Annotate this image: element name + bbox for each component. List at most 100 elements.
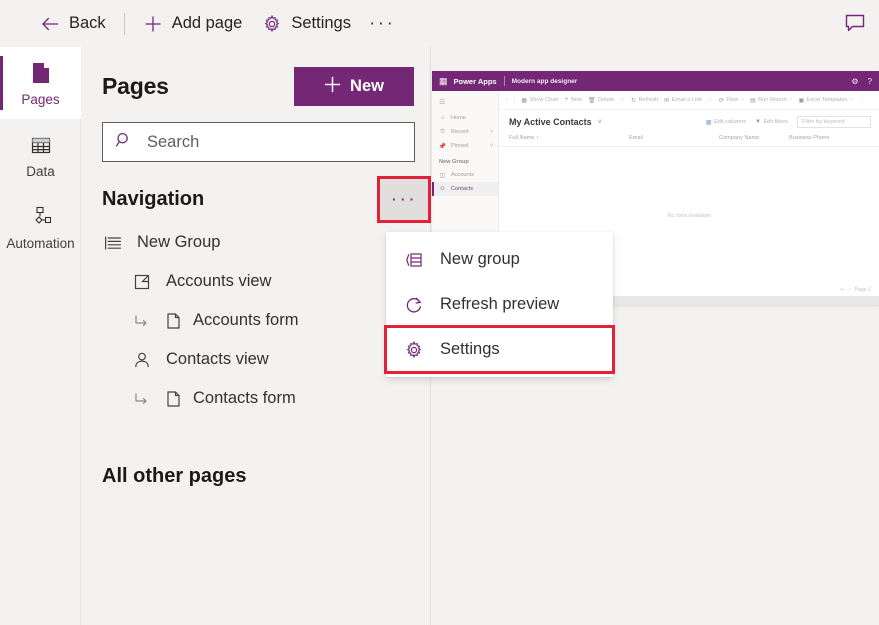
refresh-icon: ↻ — [630, 97, 637, 104]
first-page-icon[interactable]: ⇤ — [840, 287, 844, 293]
pages-panel: Pages New Navigation ··· — [81, 47, 431, 625]
page-title: Pages — [102, 73, 169, 99]
prev-page-icon[interactable]: ‹ — [849, 287, 851, 293]
settings-button[interactable]: Settings — [252, 7, 361, 41]
preview-nav-contacts[interactable]: ☺ Contacts — [432, 182, 498, 196]
search-box[interactable] — [102, 122, 415, 162]
tree-item-contacts-form[interactable]: Contacts form — [81, 379, 430, 418]
link-icon: ✉ — [664, 97, 670, 104]
pin-icon: 📌 — [438, 143, 447, 150]
contact-icon — [131, 349, 153, 371]
sidebar-item-automation-label: Automation — [6, 235, 75, 251]
preview-nav-label: Accounts — [451, 172, 475, 178]
top-command-bar: Back Add page Settings ··· — [0, 0, 879, 47]
preview-column-header[interactable]: Full Name ↑ — [509, 135, 629, 141]
preview-cmd-refresh[interactable]: ↻ Refresh — [631, 97, 658, 104]
table-icon — [28, 132, 54, 158]
gear-icon — [404, 340, 424, 360]
arrow-left-icon — [40, 14, 60, 34]
preview-edit-filters[interactable]: ▼ Edit filters — [755, 119, 788, 125]
sidebar-item-data[interactable]: Data — [0, 119, 81, 191]
form-page-icon — [162, 388, 184, 410]
preview-top-bar: ▦ Power Apps Modern app designer ⚙ ? — [432, 71, 879, 91]
search-input[interactable] — [145, 131, 402, 153]
preview-column-header[interactable]: Email — [629, 135, 719, 141]
tree-item-accounts-view[interactable]: Accounts view — [81, 262, 430, 301]
preview-cmd-show-chart[interactable]: ▦ Show Chart — [521, 97, 558, 104]
sidebar-item-automation[interactable]: Automation — [0, 191, 81, 263]
preview-top-right-actions: ⚙ ? — [851, 77, 872, 86]
search-area — [81, 106, 430, 162]
hamburger-icon[interactable]: ☰ — [432, 95, 498, 111]
back-button[interactable]: Back — [30, 7, 116, 41]
preview-view-name[interactable]: My Active Contacts — [509, 117, 592, 127]
gear-icon[interactable]: ⚙ — [851, 77, 858, 86]
context-menu-item-new-group[interactable]: New group — [386, 237, 613, 282]
help-icon[interactable]: ? — [868, 77, 872, 86]
preview-cmd-delete[interactable]: 🗑 Delete — [588, 97, 614, 104]
preview-filter-input[interactable]: Filter by keyword — [797, 116, 871, 128]
preview-cmd-run-report[interactable]: ▤ Run Report ˅ — [750, 97, 793, 104]
add-page-label: Add page — [171, 14, 243, 32]
preview-nav-label: Contacts — [451, 186, 474, 192]
report-icon: ▤ — [749, 97, 756, 104]
subitem-arrow-icon — [131, 310, 153, 332]
chevron-down-icon: ˅ — [740, 97, 744, 103]
preview-nav-pinned[interactable]: 📌 Pinned ˅ — [432, 139, 498, 153]
preview-cmd-excel-templates[interactable]: ▣ Excel Templates ˅ — [799, 97, 854, 104]
tree-item-new-group[interactable]: New Group — [81, 223, 430, 262]
preview-nav-label: Recent — [451, 129, 469, 135]
preview-cmd-overflow[interactable]: ⋮ — [859, 97, 865, 103]
plus-icon: + — [564, 97, 569, 103]
chevron-down-icon[interactable]: ˅ — [598, 119, 602, 126]
settings-label: Settings — [291, 14, 351, 32]
preview-command-separator: | — [513, 97, 516, 103]
tree-item-label: New Group — [137, 233, 221, 251]
command-overflow-button[interactable]: ··· — [361, 7, 403, 41]
sidebar-item-pages-label: Pages — [21, 91, 60, 107]
preview-column-header[interactable]: Business Phone — [789, 135, 829, 141]
refresh-icon — [404, 295, 424, 315]
preview-command-separator: |˅ — [708, 97, 713, 103]
preview-nav-home[interactable]: ⌂ Home — [432, 111, 498, 125]
new-page-button[interactable]: New — [294, 67, 414, 106]
preview-column-header[interactable]: Company Name — [719, 135, 789, 141]
preview-cmd-label: Refresh — [638, 97, 659, 103]
all-other-pages-heading[interactable]: All other pages — [81, 418, 430, 488]
add-page-button[interactable]: Add page — [133, 7, 253, 41]
preview-cmd-email-link[interactable]: ✉ Email a Link — [664, 97, 702, 104]
tree-item-label: Accounts form — [193, 311, 299, 329]
trash-icon: 🗑 — [587, 97, 596, 104]
sidebar-item-data-label: Data — [26, 163, 55, 179]
preview-brand-label: Power Apps — [453, 76, 497, 86]
preview-pager-label: Page 1 — [854, 287, 871, 293]
tree-item-accounts-form[interactable]: Accounts form — [81, 301, 430, 340]
tree-item-contacts-view[interactable]: Contacts view — [81, 340, 430, 379]
context-menu-item-label: Refresh preview — [440, 295, 560, 313]
subitem-arrow-icon — [131, 388, 153, 410]
command-separator — [123, 12, 125, 35]
chevron-down-icon: ˅ — [849, 97, 854, 103]
waffle-icon: ▦ — [439, 75, 447, 86]
preview-cmd-flow[interactable]: ⟳ Flow ˅ — [719, 97, 744, 104]
preview-grid-header: Full Name ↑ Email Company Name Business … — [499, 132, 879, 147]
sidebar-item-pages[interactable]: Pages — [0, 47, 81, 119]
navigation-more-button[interactable]: ··· — [377, 176, 431, 223]
preview-command-bar: ‹ | ▦ Show Chart + New 🗑 Delete |˅ ↻ Refresh… — [499, 91, 879, 110]
chevron-left-icon[interactable]: ‹ — [506, 97, 508, 103]
chart-icon: ▦ — [521, 97, 527, 104]
preview-app-name: Modern app designer — [511, 77, 578, 85]
context-menu-item-label: Settings — [440, 340, 500, 358]
preview-edit-columns[interactable]: ▦ Edit columns — [706, 119, 746, 126]
preview-view-tools: ▦ Edit columns ▼ Edit filters Filter by ke… — [706, 116, 871, 128]
context-menu-item-settings[interactable]: Settings — [384, 325, 615, 374]
preview-view-selector-row: My Active Contacts ˅ ▦ Edit columns ▼ Edit… — [499, 110, 879, 132]
preview-nav-accounts[interactable]: ◫ Accounts — [432, 168, 498, 182]
preview-cmd-new[interactable]: + New — [565, 97, 582, 103]
view-icon: ◫ — [439, 172, 446, 179]
preview-nav-recent[interactable]: ⏱ Recent ˅ — [432, 125, 498, 139]
comments-button[interactable] — [837, 6, 873, 40]
navigation-title: Navigation — [102, 188, 205, 210]
context-menu-item-refresh-preview[interactable]: Refresh preview — [386, 282, 613, 327]
tree-item-label: Contacts view — [166, 350, 269, 368]
